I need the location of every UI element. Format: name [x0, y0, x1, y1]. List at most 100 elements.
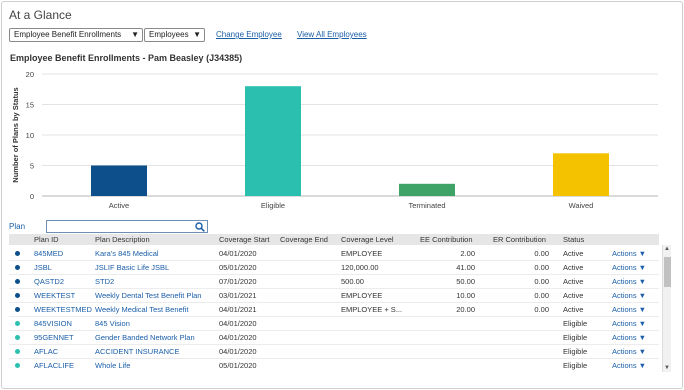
category-select[interactable]: Employee Benefit Enrollments ▼ [9, 28, 143, 42]
scrollbar-thumb[interactable] [664, 257, 671, 287]
plan-description-cell[interactable]: Gender Banded Network Plan [95, 333, 217, 342]
actions-dropdown[interactable]: Actions ▼ [612, 333, 657, 342]
plan-description-cell[interactable]: Weekly Medical Test Benefit [95, 305, 217, 314]
plan-id-cell[interactable]: WEEKTESTMED [34, 305, 92, 314]
coverage-start-cell: 05/01/2020 [219, 263, 257, 272]
coverage-level-cell: 120,000.00 [341, 263, 379, 272]
actions-dropdown[interactable]: Actions ▼ [612, 319, 657, 328]
status-dot-icon [15, 321, 20, 326]
ee-contribution-cell: 41.00 [456, 263, 475, 272]
page-title: At a Glance [9, 8, 72, 22]
coverage-start-cell: 07/01/2020 [219, 277, 257, 286]
x-tick-label: Waived [569, 201, 594, 210]
y-axis-label: Number of Plans by Status [11, 87, 20, 182]
y-tick-label: 10 [26, 131, 34, 140]
y-tick-label: 5 [30, 162, 34, 171]
plan-filter-label: Plan [9, 222, 26, 231]
ee-contribution-cell: 20.00 [456, 305, 475, 314]
scroll-up-arrow-icon[interactable]: ▲ [664, 246, 670, 252]
plan-description-cell[interactable]: 845 Vision [95, 319, 217, 328]
status-cell: Active [563, 291, 584, 300]
plan-id-cell[interactable]: QASTD2 [34, 277, 92, 286]
table-row[interactable]: 845MED Kara's 845 Medical 04/01/2020 EMPLOY… [9, 246, 659, 261]
coverage-start-cell: 04/01/2020 [219, 319, 257, 328]
population-select[interactable]: Employees ▼ [144, 28, 205, 42]
status-cell: Active [563, 305, 584, 314]
plan-id-cell[interactable]: 845VISION [34, 319, 92, 328]
header-ee-contribution: EE Contribution [420, 235, 473, 244]
search-icon[interactable] [195, 222, 205, 232]
change-employee-link[interactable]: Change Employee [216, 30, 282, 39]
actions-dropdown[interactable]: Actions ▼ [612, 277, 657, 286]
actions-dropdown[interactable]: Actions ▼ [612, 347, 657, 356]
plan-id-cell[interactable]: JSBL [34, 263, 92, 272]
plan-id-cell[interactable]: WEEKTEST [34, 291, 92, 300]
plan-id-cell[interactable]: AFLAC [34, 347, 92, 356]
ee-contribution-cell: 10.00 [456, 291, 475, 300]
status-dot-icon [15, 265, 20, 270]
status-dot-icon [15, 363, 20, 368]
actions-dropdown[interactable]: Actions ▼ [612, 305, 657, 314]
table-row[interactable]: 95GENNET Gender Banded Network Plan 04/01/… [9, 330, 659, 345]
coverage-start-cell: 03/01/2021 [219, 291, 257, 300]
header-coverage-end: Coverage End [280, 235, 328, 244]
er-contribution-cell: 0.00 [534, 277, 549, 286]
status-bar-chart: 0 5 10 15 20 Number of Plans by Status Active E… [11, 70, 658, 210]
x-tick-label: Eligible [261, 201, 285, 210]
status-cell: Active [563, 277, 584, 286]
plan-search-input[interactable] [46, 220, 208, 233]
er-contribution-cell: 0.00 [534, 263, 549, 272]
actions-dropdown[interactable]: Actions ▼ [612, 263, 657, 272]
x-tick-label: Active [109, 201, 129, 210]
plan-id-cell[interactable]: AFLACLIFE [34, 361, 92, 370]
table-scrollbar[interactable]: ▲ ▼ [662, 245, 671, 372]
actions-dropdown[interactable]: Actions ▼ [612, 249, 657, 258]
coverage-start-cell: 04/01/2020 [219, 347, 257, 356]
plan-description-cell[interactable]: Weekly Dental Test Benefit Plan [95, 291, 217, 300]
table-row[interactable]: WEEKTESTMED Weekly Medical Test Benefit 04… [9, 302, 659, 317]
plan-id-cell[interactable]: 95GENNET [34, 333, 92, 342]
coverage-start-cell: 04/01/2021 [219, 305, 257, 314]
actions-dropdown[interactable]: Actions ▼ [612, 291, 657, 300]
status-cell: Eligible [563, 361, 588, 370]
table-row[interactable]: 845VISION 845 Vision 04/01/2020 Eligible Act… [9, 316, 659, 331]
plan-id-cell[interactable]: 845MED [34, 249, 92, 258]
plan-description-cell[interactable]: JSLIF Basic Life JSBL [95, 263, 217, 272]
er-contribution-cell: 0.00 [534, 249, 549, 258]
view-all-employees-link[interactable]: View All Employees [297, 30, 367, 39]
chevron-down-icon: ▼ [193, 30, 201, 39]
actions-dropdown[interactable]: Actions ▼ [612, 361, 657, 370]
status-cell: Eligible [563, 319, 588, 328]
er-contribution-cell: 0.00 [534, 291, 549, 300]
coverage-level-cell: EMPLOYEE [341, 291, 383, 300]
scroll-down-arrow-icon[interactable]: ▼ [664, 365, 670, 371]
x-tick-label: Terminated [408, 201, 445, 210]
status-dot-icon [15, 307, 20, 312]
status-dot-icon [15, 335, 20, 340]
table-row[interactable]: JSBL JSLIF Basic Life JSBL 05/01/2020 120,0… [9, 260, 659, 275]
plan-description-cell[interactable]: Kara's 845 Medical [95, 249, 217, 258]
at-a-glance-panel: At a Glance Employee Benefit Enrollments… [1, 1, 683, 389]
table-row[interactable]: AFLAC ACCIDENT INSURANCE 04/01/2020 Eligibl… [9, 344, 659, 359]
category-select-value: Employee Benefit Enrollments [14, 30, 122, 39]
y-tick-label: 0 [30, 192, 34, 201]
coverage-start-cell: 04/01/2020 [219, 249, 257, 258]
table-row[interactable]: WEEKTEST Weekly Dental Test Benefit Plan 0… [9, 288, 659, 303]
y-tick-label: 20 [26, 70, 34, 79]
ee-contribution-cell: 2.00 [460, 249, 475, 258]
ee-contribution-cell: 50.00 [456, 277, 475, 286]
plan-description-cell[interactable]: Whole Life [95, 361, 217, 370]
plan-description-cell[interactable]: ACCIDENT INSURANCE [95, 347, 217, 356]
bar-eligible [245, 86, 301, 196]
table-row[interactable]: AFLACLIFE Whole Life 05/01/2020 Eligible Act… [9, 358, 659, 372]
status-dot-icon [15, 349, 20, 354]
header-status: Status [563, 235, 585, 244]
plan-description-cell[interactable]: STD2 [95, 277, 217, 286]
header-plan-description: Plan Description [95, 235, 150, 244]
bar-terminated [399, 183, 455, 196]
status-cell: Eligible [563, 347, 588, 356]
table-row[interactable]: QASTD2 STD2 07/01/2020 500.00 50.00 0.00 Activ… [9, 274, 659, 289]
population-select-value: Employees [149, 30, 189, 39]
coverage-level-cell: 500.00 [341, 277, 364, 286]
enrollments-table: Plan ID Plan Description Coverage Start … [9, 234, 671, 372]
